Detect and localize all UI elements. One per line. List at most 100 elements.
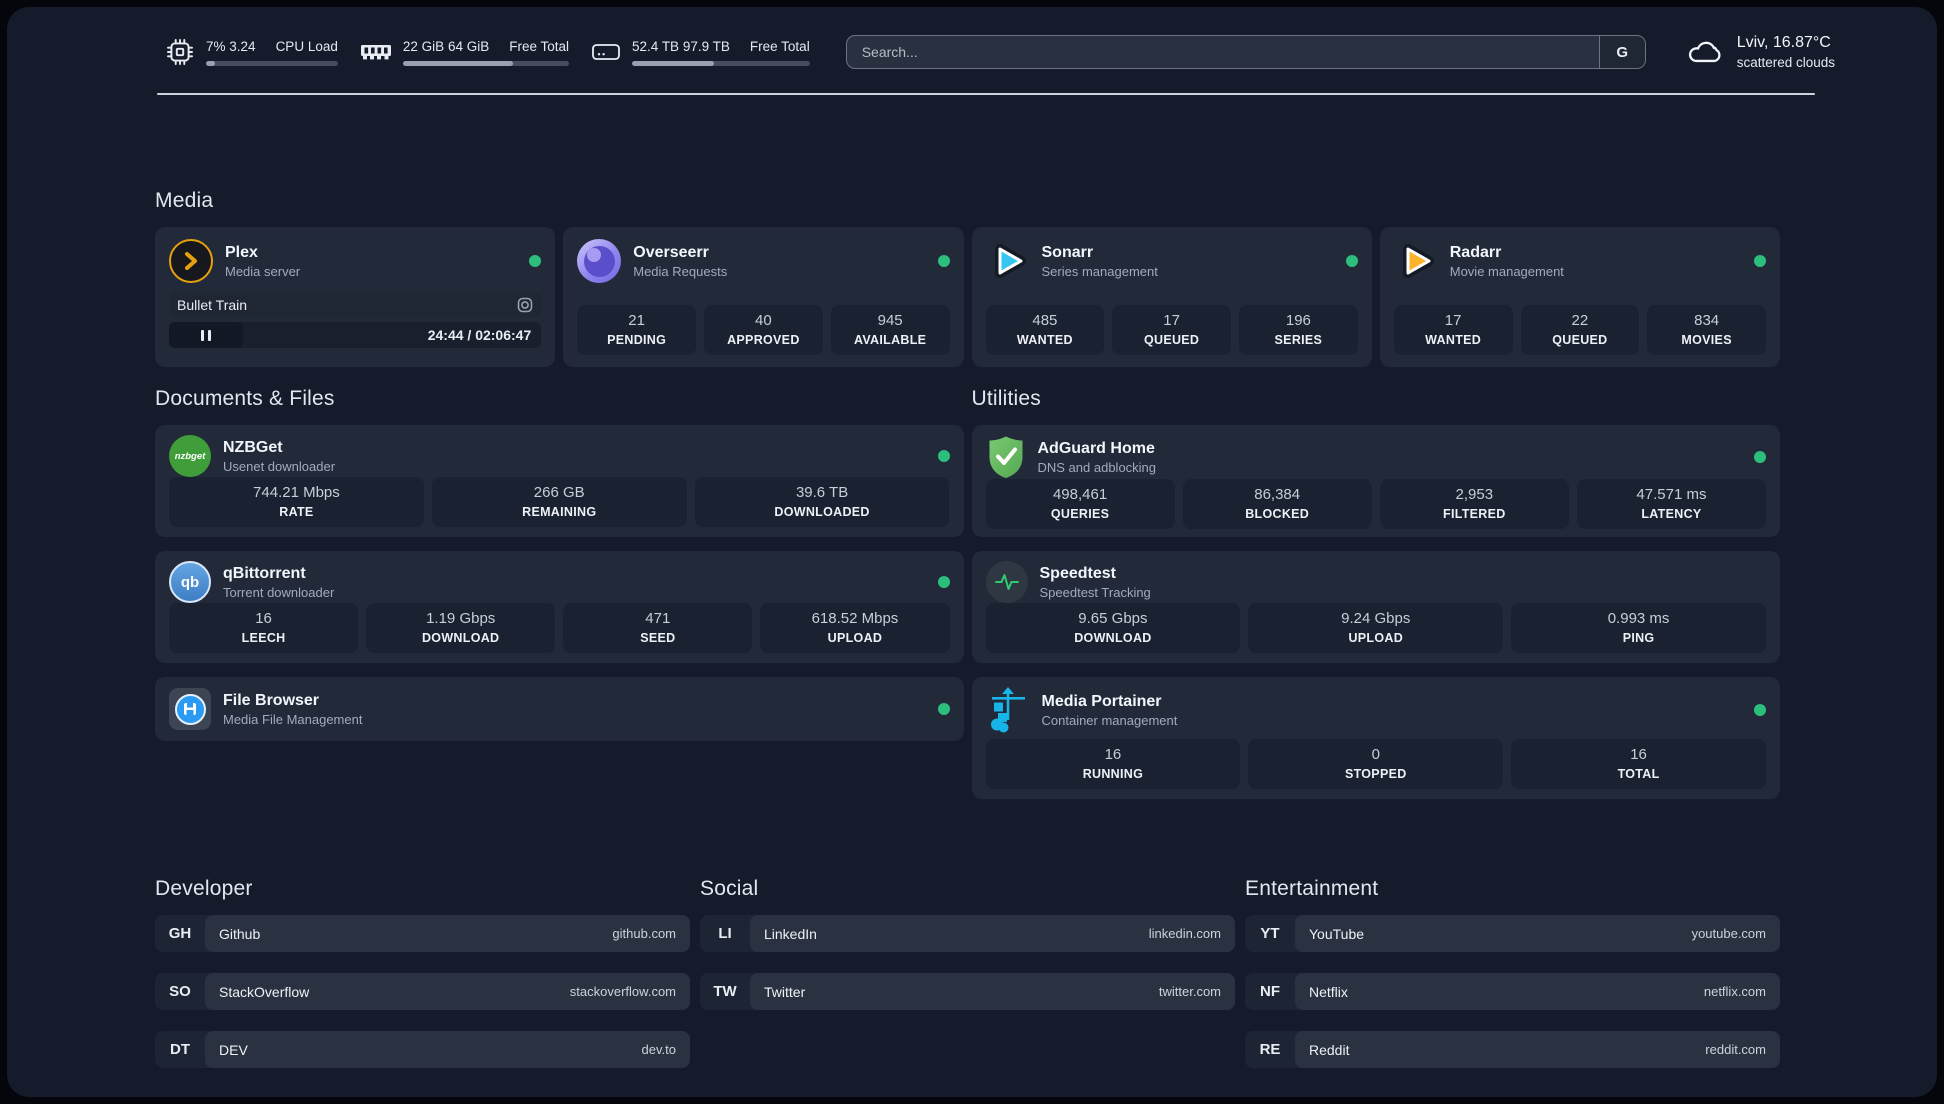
storage-progress-bar [632,60,810,66]
stat-value: 1.19 Gbps [426,610,496,628]
link-abbr: GH [168,925,192,943]
search-input[interactable] [846,36,1599,69]
link-name: StackOverflow [219,983,310,1000]
link-url: reddit.com [1705,1042,1766,1058]
header-divider [157,93,1815,96]
overseerr-icon [577,239,622,284]
stat-box: 834 MOVIES [1647,305,1766,356]
stat-box: 21 PENDING [577,305,696,356]
cpu-progress-bar [206,60,338,66]
link-row-linkedin[interactable]: LI LinkedIn linkedin.com [700,915,1235,953]
dashboard-main: Media Plex Media server Bullet Train 24:… [7,187,1937,1089]
app-description: Movie management [1449,263,1564,279]
stat-label: UPLOAD [827,631,883,646]
nzbget-icon: nzbget [169,435,211,478]
app-description: Torrent downloader [223,584,335,600]
stat-label: AVAILABLE [853,333,927,348]
stat-label: RATE [279,505,314,520]
stat-label: PING [1622,631,1655,646]
link-url: dev.to [641,1042,676,1058]
app-description: Media server [225,263,301,279]
player-settings-icon[interactable] [517,297,533,313]
now-playing-title: Bullet Train [177,297,248,314]
stat-value: 16 [1104,746,1122,764]
app-name: Media Portainer [1041,692,1162,710]
plex-card[interactable]: Plex Media server Bullet Train 24:44 / 0… [155,227,556,368]
link-name: Twitter [764,983,806,1000]
nzbget-card[interactable]: nzbget NZBGet Usenet downloader 744.21 M… [155,425,964,538]
adguard-card[interactable]: AdGuard Home DNS and adblocking 498,461 … [971,425,1780,538]
stat-box: 9.24 Gbps UPLOAD [1248,603,1504,654]
stat-value: 16 [255,610,272,628]
status-dot [1754,451,1766,464]
memory-total-value: 64 GiB [447,39,490,55]
link-row-twitter[interactable]: TW Twitter twitter.com [700,973,1235,1011]
utilities-section: Utilities AdGuard Home DNS and adblockin… [971,385,1780,813]
stat-value: 0.993 ms [1607,610,1670,628]
stat-box: 47.571 ms LATENCY [1576,479,1766,530]
app-description: Media File Management [223,711,363,727]
sonarr-icon [986,239,1030,283]
overseerr-card[interactable]: Overseerr Media Requests 21 PENDING 40 A… [563,227,964,368]
stat-box: 471 SEED [563,603,753,654]
app-description: Media Requests [633,263,728,279]
search-engine-button[interactable]: G [1598,36,1645,69]
link-row-youtube[interactable]: YT YouTube youtube.com [1245,915,1780,953]
radarr-icon [1394,239,1438,283]
link-abbr: LI [718,925,732,943]
app-description: Series management [1041,263,1158,279]
link-row-stackoverflow[interactable]: SO StackOverflow stackoverflow.com [155,973,690,1011]
pause-button[interactable] [169,322,243,349]
cloud-icon [1686,37,1724,67]
stat-label: WANTED [1016,333,1073,348]
link-name: Netflix [1309,983,1348,1000]
stat-box: 0.993 ms PING [1511,603,1766,654]
app-name: Sonarr [1041,243,1094,261]
link-row-reddit[interactable]: RE Reddit reddit.com [1245,1031,1780,1069]
filebrowser-card[interactable]: File Browser Media File Management [155,677,964,742]
portainer-card[interactable]: Media Portainer Container management 16 … [971,677,1780,800]
link-name: YouTube [1309,925,1365,942]
entertainment-section-title: Entertainment [1245,877,1379,901]
storage-metric: 52.4 TB 97.9 TB Free Total [591,37,810,67]
qbittorrent-icon: qb [169,561,211,604]
storage-total-value: 97.9 TB [682,39,730,55]
link-name: DEV [219,1041,248,1058]
stat-box: 196 SERIES [1239,305,1358,356]
app-description: DNS and adblocking [1037,459,1157,475]
stat-box: 17 QUEUED [1112,305,1231,356]
stat-box: 39.6 TB DOWNLOADED [694,477,950,528]
qbittorrent-card[interactable]: qb qBittorrent Torrent downloader 16 LEE… [155,551,964,664]
link-url: linkedin.com [1148,926,1221,942]
search-bar[interactable]: G [845,35,1646,70]
stat-box: 2,953 FILTERED [1379,479,1569,530]
stat-label: QUEUED [1552,333,1608,348]
stat-value: 17 [1444,312,1462,330]
link-row-netflix[interactable]: NF Netflix netflix.com [1245,973,1780,1011]
stat-box: 17 WANTED [1393,305,1513,356]
cpu-icon [165,37,195,67]
stat-box: 485 WANTED [985,305,1105,356]
link-abbr: YT [1260,925,1280,943]
developer-section: Developer GH Github github.com SO StackO… [155,875,690,1089]
link-name: Github [219,925,261,942]
link-row-github[interactable]: GH Github github.com [155,915,690,953]
status-dot [529,255,542,268]
memory-progress-bar [402,60,570,66]
speedtest-card[interactable]: Speedtest Speedtest Tracking 9.65 Gbps D… [971,551,1780,664]
radarr-card[interactable]: Radarr Movie management 17 WANTED 22 QUE… [1379,227,1780,368]
social-section: Social LI LinkedIn linkedin.com TW Twitt… [700,875,1235,1089]
header: 7% 3.24 CPU Load 22 GiB 64 GiB Free Tota… [7,7,1937,71]
status-dot [1754,704,1766,717]
link-url: stackoverflow.com [569,984,676,1000]
cpu-label: CPU [275,39,305,55]
link-row-dev[interactable]: DT DEV dev.to [155,1031,690,1069]
stat-label: QUEUED [1143,333,1200,348]
link-abbr: TW [713,983,737,1001]
sonarr-card[interactable]: Sonarr Series management 485 WANTED 17 Q… [971,227,1372,368]
playback-time: 24:44 / 02:06:47 [427,327,532,344]
stat-value: 744.21 Mbps [253,484,340,502]
player-controls-row: 24:44 / 02:06:47 [169,322,542,349]
memory-free-value: 22 GiB [402,39,445,55]
storage-free-label: Free [749,39,778,55]
